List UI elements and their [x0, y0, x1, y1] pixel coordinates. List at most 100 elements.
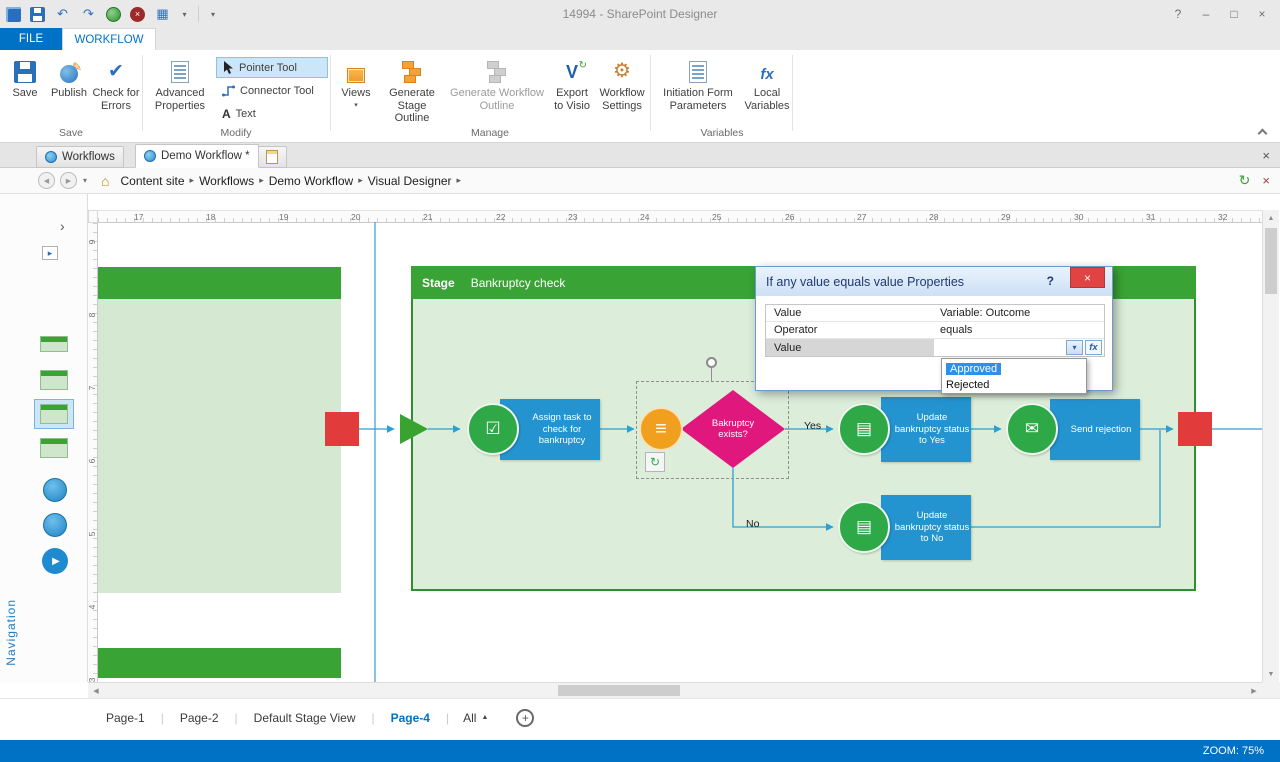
breadcrumb-demo-workflow[interactable]: Demo Workflow — [266, 174, 356, 188]
dropdown-option-rejected[interactable]: Rejected — [944, 377, 1084, 393]
no-branch-label[interactable]: No — [746, 518, 759, 530]
close-button[interactable]: × — [1248, 0, 1276, 28]
local-variables-button[interactable]: fx Local Variables — [744, 55, 790, 112]
forward-button[interactable]: ▶ — [60, 172, 77, 189]
undo-icon[interactable]: ↶ — [54, 6, 71, 23]
home-icon[interactable]: ⌂ — [101, 173, 109, 189]
generate-stage-outline-button[interactable]: Generate Stage Outline — [380, 55, 444, 125]
add-page-button[interactable]: + — [516, 709, 534, 727]
nav-thumbnail-stage-1[interactable] — [40, 336, 68, 352]
save-button[interactable]: Save — [4, 55, 46, 100]
rotation-handle[interactable] — [706, 357, 717, 368]
property-row-value2[interactable]: Value ▾ fx — [766, 339, 1104, 356]
initiation-form-parameters-button[interactable]: Initiation Form Parameters — [656, 55, 740, 112]
property-row-operator[interactable]: Operator equals — [766, 322, 1104, 339]
check-for-errors-button[interactable]: ✔ Check for Errors — [92, 55, 140, 112]
page-tab-1[interactable]: Page-1 — [104, 711, 147, 725]
nav-thumbnail-play[interactable]: ▶ — [42, 548, 68, 574]
pointer-tool-button[interactable]: Pointer Tool — [216, 57, 328, 78]
scroll-up-arrow[interactable]: ▲ — [1263, 210, 1279, 226]
start-shape[interactable] — [400, 414, 428, 444]
nav-thumbnail-stage-2[interactable] — [40, 370, 68, 390]
scroll-down-arrow[interactable]: ▼ — [1263, 666, 1279, 682]
page-tab-2[interactable]: Page-2 — [178, 711, 221, 725]
update-status-yes-shape[interactable]: Update bankruptcy status to Yes — [881, 397, 971, 462]
breadcrumb-bar: ◀ ▶ ▾ ⌂ Content site ▸ Workflows ▸ Demo … — [0, 168, 1280, 194]
group-separator — [792, 55, 793, 131]
dialog-titlebar[interactable]: If any value equals value Properties — [756, 267, 1112, 296]
breadcrumb-workflows[interactable]: Workflows — [196, 174, 257, 188]
sharepoint-designer-window: ↶ ↷ × ▦ ▾ ▾ 14994 - SharePoint Designer … — [0, 0, 1280, 762]
dropdown-option-approved[interactable]: Approved — [944, 361, 1084, 377]
maximize-button[interactable]: □ — [1220, 0, 1248, 28]
collapse-ribbon-button[interactable] — [1258, 129, 1268, 139]
ribbon-tab-row: FILE WORKFLOW — [0, 28, 1280, 50]
globe-icon — [144, 150, 156, 162]
redo-icon[interactable]: ↷ — [80, 6, 97, 23]
vertical-scrollbar[interactable]: ▲ ▼ — [1262, 210, 1279, 682]
send-rejection-circle[interactable]: ✉ — [1006, 403, 1058, 455]
advanced-properties-button[interactable]: Advanced Properties — [148, 55, 212, 112]
tab-file[interactable]: FILE — [0, 28, 62, 50]
condition-start-shape[interactable]: ≡ — [639, 407, 683, 451]
page-tab-all[interactable]: All ▲ — [463, 711, 488, 725]
pane-layout-icon[interactable]: ▦ — [154, 6, 171, 23]
refresh-icon[interactable]: ↻ — [1239, 172, 1251, 189]
stop-icon[interactable]: × — [130, 7, 145, 22]
publish-button[interactable]: ✎ Publish — [48, 55, 90, 100]
preview-in-browser-icon[interactable] — [106, 7, 121, 22]
pane-popout-icon[interactable]: ▸ — [42, 246, 58, 260]
update-status-no-shape[interactable]: Update bankruptcy status to No — [881, 495, 971, 560]
page-tab-4[interactable]: Page-4 — [389, 711, 432, 725]
workflow-settings-button[interactable]: ⚙ Workflow Settings — [596, 55, 648, 112]
doc-tab-demo-workflow[interactable]: Demo Workflow * — [135, 144, 259, 168]
nav-thumbnail-stage-4[interactable] — [40, 438, 68, 458]
close-document-icon[interactable]: × — [1262, 148, 1270, 163]
app-icon[interactable] — [6, 7, 21, 22]
text-tool-button[interactable]: A Text — [216, 103, 328, 124]
nav-thumbnail-selected[interactable] — [34, 399, 74, 429]
value-dropdown-button[interactable]: ▾ — [1066, 340, 1083, 355]
connector-tool-button[interactable]: Connector Tool — [216, 80, 328, 101]
export-to-visio-button[interactable]: V↻ Export to Visio — [550, 55, 594, 112]
page-tab-separator: | — [372, 711, 375, 725]
minimize-button[interactable]: – — [1192, 0, 1220, 28]
customize-qat-arrow[interactable]: ▾ — [208, 6, 218, 23]
assign-task-circle[interactable]: ☑ — [467, 403, 519, 455]
vertical-scroll-thumb[interactable] — [1265, 228, 1277, 294]
update-status-no-circle[interactable]: ▤ — [838, 501, 890, 553]
dialog-help-button[interactable]: ? — [1047, 274, 1054, 288]
zoom-level[interactable]: ZOOM: 75% — [1203, 745, 1264, 757]
page-tab-default-stage-view[interactable]: Default Stage View — [252, 711, 358, 725]
doc-tab-new[interactable] — [257, 146, 287, 168]
breadcrumb-visual-designer[interactable]: Visual Designer — [365, 174, 455, 188]
nav-thumbnail-stage-3 — [40, 404, 68, 424]
scroll-right-arrow[interactable]: ▶ — [1246, 683, 1262, 698]
tab-workflow[interactable]: WORKFLOW — [62, 28, 156, 50]
pane-layout-menu-arrow[interactable]: ▾ — [180, 6, 189, 23]
scroll-left-arrow[interactable]: ◀ — [88, 683, 104, 698]
horizontal-scrollbar[interactable]: ◀ ▶ — [88, 682, 1262, 698]
close-page-icon[interactable]: × — [1262, 173, 1270, 188]
yes-branch-label[interactable]: Yes — [804, 420, 821, 432]
dialog-close-button[interactable]: × — [1070, 267, 1105, 288]
expand-pane-icon[interactable]: › — [60, 218, 65, 234]
nav-thumbnail-shape-2[interactable] — [43, 513, 67, 537]
enter-stage-shape[interactable] — [325, 412, 359, 446]
history-dropdown-arrow[interactable]: ▾ — [83, 176, 87, 185]
back-button[interactable]: ◀ — [38, 172, 55, 189]
views-button[interactable]: Views ▾ — [336, 55, 376, 110]
doc-tab-workflows[interactable]: Workflows — [36, 146, 124, 168]
nav-thumbnail-shape-1[interactable] — [43, 478, 67, 502]
send-rejection-shape[interactable]: Send rejection — [1050, 399, 1140, 460]
generate-workflow-outline-icon — [487, 61, 507, 83]
save-icon[interactable] — [30, 7, 45, 22]
help-button[interactable]: ? — [1164, 0, 1192, 28]
horizontal-scroll-thumb[interactable] — [558, 685, 680, 696]
value-fx-button[interactable]: fx — [1085, 340, 1102, 355]
exit-stage-shape[interactable] — [1178, 412, 1212, 446]
pointer-icon — [223, 61, 234, 74]
update-status-yes-circle[interactable]: ▤ — [838, 403, 890, 455]
property-row-value1[interactable]: Value Variable: Outcome — [766, 305, 1104, 322]
breadcrumb-content-site[interactable]: Content site — [117, 174, 187, 188]
